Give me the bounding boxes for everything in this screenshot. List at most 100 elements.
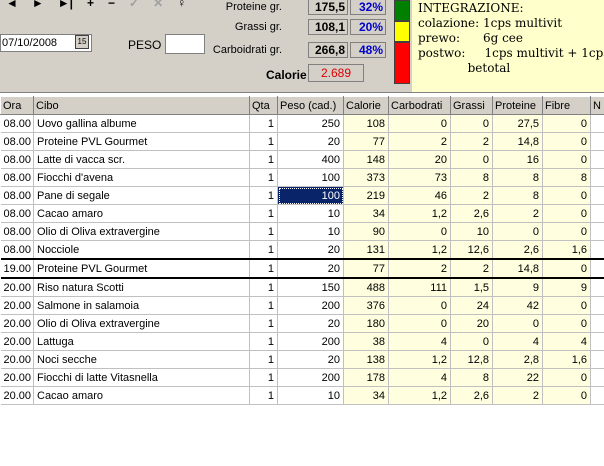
cell-calorie[interactable]: 34 bbox=[343, 204, 389, 223]
cell-cibo[interactable]: Olio di Oliva extravergine bbox=[33, 222, 250, 241]
cell-peso[interactable]: 150 bbox=[277, 278, 344, 297]
cell-ora[interactable]: 20.00 bbox=[0, 386, 34, 405]
cell-carboidrati[interactable]: 1,2 bbox=[388, 350, 451, 369]
table-row[interactable]: 08.00 Cacao amaro 1 10 34 1,2 2,6 2 0 bbox=[0, 204, 604, 223]
cell-fibre[interactable]: 0 bbox=[542, 386, 591, 405]
integrazione-panel[interactable]: INTEGRAZIONE: colazione: 1cps multivit p… bbox=[412, 0, 604, 92]
cell-carboidrati[interactable]: 20 bbox=[388, 150, 451, 169]
cell-cibo[interactable]: Proteine PVL Gourmet bbox=[33, 259, 250, 279]
calendar-icon[interactable]: 15 bbox=[75, 35, 89, 49]
cell-ora[interactable]: 20.00 bbox=[0, 332, 34, 351]
cell-qta[interactable]: 1 bbox=[249, 296, 278, 315]
cell-qta[interactable]: 1 bbox=[249, 314, 278, 333]
cell-peso[interactable]: 100 bbox=[277, 168, 344, 187]
cell-ora[interactable]: 08.00 bbox=[0, 204, 34, 223]
column-header-qta[interactable]: Qta bbox=[249, 96, 278, 115]
cell-proteine[interactable]: 42 bbox=[492, 296, 543, 315]
cell-qta[interactable]: 1 bbox=[249, 186, 278, 205]
cell-fibre[interactable]: 8 bbox=[542, 168, 591, 187]
cell-proteine[interactable]: 2,6 bbox=[492, 240, 543, 260]
cell-grassi[interactable]: 20 bbox=[450, 314, 493, 333]
table-row[interactable]: 19.00 Proteine PVL Gourmet 1 20 77 2 2 14,8 0 bbox=[0, 259, 604, 279]
cancel-icon[interactable]: ✕ bbox=[153, 0, 163, 11]
cell-qta[interactable]: 1 bbox=[249, 386, 278, 405]
cell-grassi[interactable]: 2,6 bbox=[450, 204, 493, 223]
cell-calorie[interactable]: 90 bbox=[343, 222, 389, 241]
column-header-fibre[interactable]: Fibre bbox=[542, 96, 591, 115]
cell-grassi[interactable]: 2,6 bbox=[450, 386, 493, 405]
cell-proteine[interactable]: 4 bbox=[492, 332, 543, 351]
cell-qta[interactable]: 1 bbox=[249, 114, 278, 133]
cell-peso[interactable]: 250 bbox=[277, 114, 344, 133]
cell-cibo[interactable]: Fiocchi d'avena bbox=[33, 168, 250, 187]
cell-carboidrati[interactable]: 46 bbox=[388, 186, 451, 205]
cell-ora[interactable]: 20.00 bbox=[0, 296, 34, 315]
cell-proteine[interactable]: 0 bbox=[492, 222, 543, 241]
column-header-cibo[interactable]: Cibo bbox=[33, 96, 250, 115]
cell-qta[interactable]: 1 bbox=[249, 332, 278, 351]
cell-fibre[interactable]: 0 bbox=[542, 204, 591, 223]
cell-carboidrati[interactable]: 1,2 bbox=[388, 386, 451, 405]
confirm-icon[interactable]: ✓ bbox=[129, 0, 139, 11]
cell-cibo[interactable]: Proteine PVL Gourmet bbox=[33, 132, 250, 151]
cell-carboidrati[interactable]: 111 bbox=[388, 278, 451, 297]
cell-ora[interactable]: 20.00 bbox=[0, 350, 34, 369]
cell-carboidrati[interactable]: 1,2 bbox=[388, 240, 451, 260]
arrow-left-icon[interactable]: ◄ bbox=[6, 0, 18, 11]
cell-n[interactable] bbox=[590, 314, 604, 333]
cell-grassi[interactable]: 2 bbox=[450, 259, 493, 279]
cell-ora[interactable]: 08.00 bbox=[0, 132, 34, 151]
cell-grassi[interactable]: 8 bbox=[450, 368, 493, 387]
cell-n[interactable] bbox=[590, 350, 604, 369]
cell-grassi[interactable]: 24 bbox=[450, 296, 493, 315]
cell-peso[interactable]: 400 bbox=[277, 150, 344, 169]
column-header-n[interactable]: N bbox=[590, 96, 604, 115]
cell-calorie[interactable]: 148 bbox=[343, 150, 389, 169]
cell-proteine[interactable]: 2 bbox=[492, 386, 543, 405]
cell-calorie[interactable]: 38 bbox=[343, 332, 389, 351]
cell-carboidrati[interactable]: 0 bbox=[388, 222, 451, 241]
table-row[interactable]: 08.00 Uovo gallina albume 1 250 108 0 0 27,5 0 bbox=[0, 114, 604, 133]
cell-ora[interactable]: 20.00 bbox=[0, 314, 34, 333]
cell-cibo[interactable]: Cacao amaro bbox=[33, 204, 250, 223]
cell-grassi[interactable]: 10 bbox=[450, 222, 493, 241]
cell-n[interactable] bbox=[590, 278, 604, 297]
cell-ora[interactable]: 08.00 bbox=[0, 222, 34, 241]
cell-qta[interactable]: 1 bbox=[249, 240, 278, 260]
table-row[interactable]: 08.00 Nocciole 1 20 131 1,2 12,6 2,6 1,6 bbox=[0, 240, 604, 260]
cell-n[interactable] bbox=[590, 204, 604, 223]
cell-n[interactable] bbox=[590, 259, 604, 279]
cell-carboidrati[interactable]: 0 bbox=[388, 314, 451, 333]
cell-peso[interactable]: 10 bbox=[277, 222, 344, 241]
table-row[interactable]: 08.00 Proteine PVL Gourmet 1 20 77 2 2 14,8 0 bbox=[0, 132, 604, 151]
cell-proteine[interactable]: 8 bbox=[492, 186, 543, 205]
cell-ora[interactable]: 08.00 bbox=[0, 150, 34, 169]
cell-proteine[interactable]: 0 bbox=[492, 314, 543, 333]
cell-ora[interactable]: 08.00 bbox=[0, 168, 34, 187]
cell-fibre[interactable]: 9 bbox=[542, 278, 591, 297]
cell-fibre[interactable]: 0 bbox=[542, 314, 591, 333]
cell-ora[interactable]: 08.00 bbox=[0, 114, 34, 133]
cell-peso[interactable]: 20 bbox=[277, 240, 344, 260]
cell-n[interactable] bbox=[590, 368, 604, 387]
cell-fibre[interactable]: 0 bbox=[542, 259, 591, 279]
cell-carboidrati[interactable]: 4 bbox=[388, 332, 451, 351]
cell-cibo[interactable]: Latte di vacca scr. bbox=[33, 150, 250, 169]
cell-cibo[interactable]: Cacao amaro bbox=[33, 386, 250, 405]
cell-calorie[interactable]: 488 bbox=[343, 278, 389, 297]
cell-calorie[interactable]: 108 bbox=[343, 114, 389, 133]
cell-grassi[interactable]: 8 bbox=[450, 168, 493, 187]
cell-fibre[interactable]: 0 bbox=[542, 186, 591, 205]
cell-ora[interactable]: 20.00 bbox=[0, 278, 34, 297]
cell-carboidrati[interactable]: 2 bbox=[388, 259, 451, 279]
column-header-proteine[interactable]: Proteine bbox=[492, 96, 543, 115]
cell-carboidrati[interactable]: 2 bbox=[388, 132, 451, 151]
cell-proteine[interactable]: 8 bbox=[492, 168, 543, 187]
cell-n[interactable] bbox=[590, 386, 604, 405]
cell-n[interactable] bbox=[590, 168, 604, 187]
cell-proteine[interactable]: 2,8 bbox=[492, 350, 543, 369]
cell-fibre[interactable]: 4 bbox=[542, 332, 591, 351]
cell-n[interactable] bbox=[590, 332, 604, 351]
cell-calorie[interactable]: 77 bbox=[343, 132, 389, 151]
cell-qta[interactable]: 1 bbox=[249, 168, 278, 187]
